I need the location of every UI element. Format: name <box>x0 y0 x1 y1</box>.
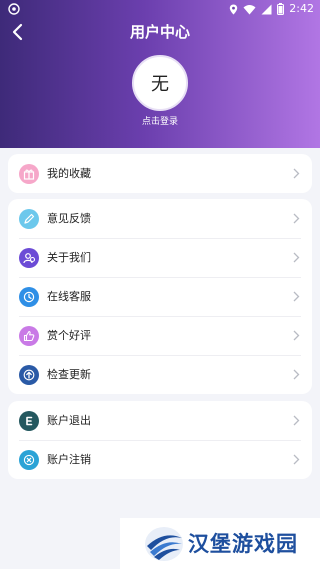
battery-icon <box>277 3 285 15</box>
upload-icon <box>19 364 39 385</box>
exit-icon <box>19 410 39 431</box>
menu-item-label: 赏个好评 <box>47 328 91 342</box>
card-account: 账户退出 账户注销 <box>8 401 312 479</box>
menu-item-check-update[interactable]: 检查更新 <box>8 355 312 394</box>
menu-item-feedback[interactable]: 意见反馈 <box>8 199 312 238</box>
menu-item-label: 检查更新 <box>47 367 91 381</box>
status-time: 2:42 <box>289 2 314 15</box>
status-bar: 2:42 <box>0 0 320 18</box>
chevron-right-icon <box>293 454 300 465</box>
menu-item-label: 账户退出 <box>47 413 91 427</box>
chevron-right-icon <box>293 369 300 380</box>
menu-item-customer-service[interactable]: 在线客服 <box>8 277 312 316</box>
menu-item-label: 在线客服 <box>47 289 91 303</box>
chevron-right-icon <box>293 330 300 341</box>
menu-item-label: 关于我们 <box>47 250 91 264</box>
menu-item-rate[interactable]: 赏个好评 <box>8 316 312 355</box>
menu-item-about[interactable]: 关于我们 <box>8 238 312 277</box>
avatar[interactable]: 无 <box>132 55 188 111</box>
users-icon <box>19 247 39 268</box>
chevron-right-icon <box>293 168 300 179</box>
login-link[interactable]: 点击登录 <box>0 116 320 128</box>
chevron-right-icon <box>293 415 300 426</box>
pen-icon <box>19 208 39 229</box>
thumbs-up-icon <box>19 325 39 346</box>
header: 2:42 用户中心 无 点击登录 <box>0 0 320 148</box>
wifi-icon <box>243 4 256 14</box>
clock-icon <box>19 286 39 307</box>
gift-icon <box>19 163 39 184</box>
menu-item-label: 我的收藏 <box>47 166 91 180</box>
watermark: 汉堡游戏园 <box>120 518 320 569</box>
chevron-right-icon <box>293 252 300 263</box>
menu-item-label: 意见反馈 <box>47 211 91 225</box>
watermark-logo-icon <box>145 527 183 561</box>
menu-item-label: 账户注销 <box>47 452 91 466</box>
menu-item-favorites[interactable]: 我的收藏 <box>8 154 312 193</box>
menu-item-logout[interactable]: 账户退出 <box>8 401 312 440</box>
chevron-right-icon <box>293 213 300 224</box>
page-title: 用户中心 <box>129 23 190 41</box>
card-favorites: 我的收藏 <box>8 154 312 193</box>
card-support: 意见反馈 关于我们 在线客服 赏个好评 检查更新 <box>8 199 312 394</box>
location-icon <box>230 4 238 14</box>
menu-item-delete-account[interactable]: 账户注销 <box>8 440 312 479</box>
watermark-text: 汉堡游戏园 <box>188 531 298 556</box>
cancel-icon <box>19 449 39 470</box>
app-notification-icon <box>8 3 20 15</box>
chevron-right-icon <box>293 291 300 302</box>
signal-icon <box>261 4 272 14</box>
